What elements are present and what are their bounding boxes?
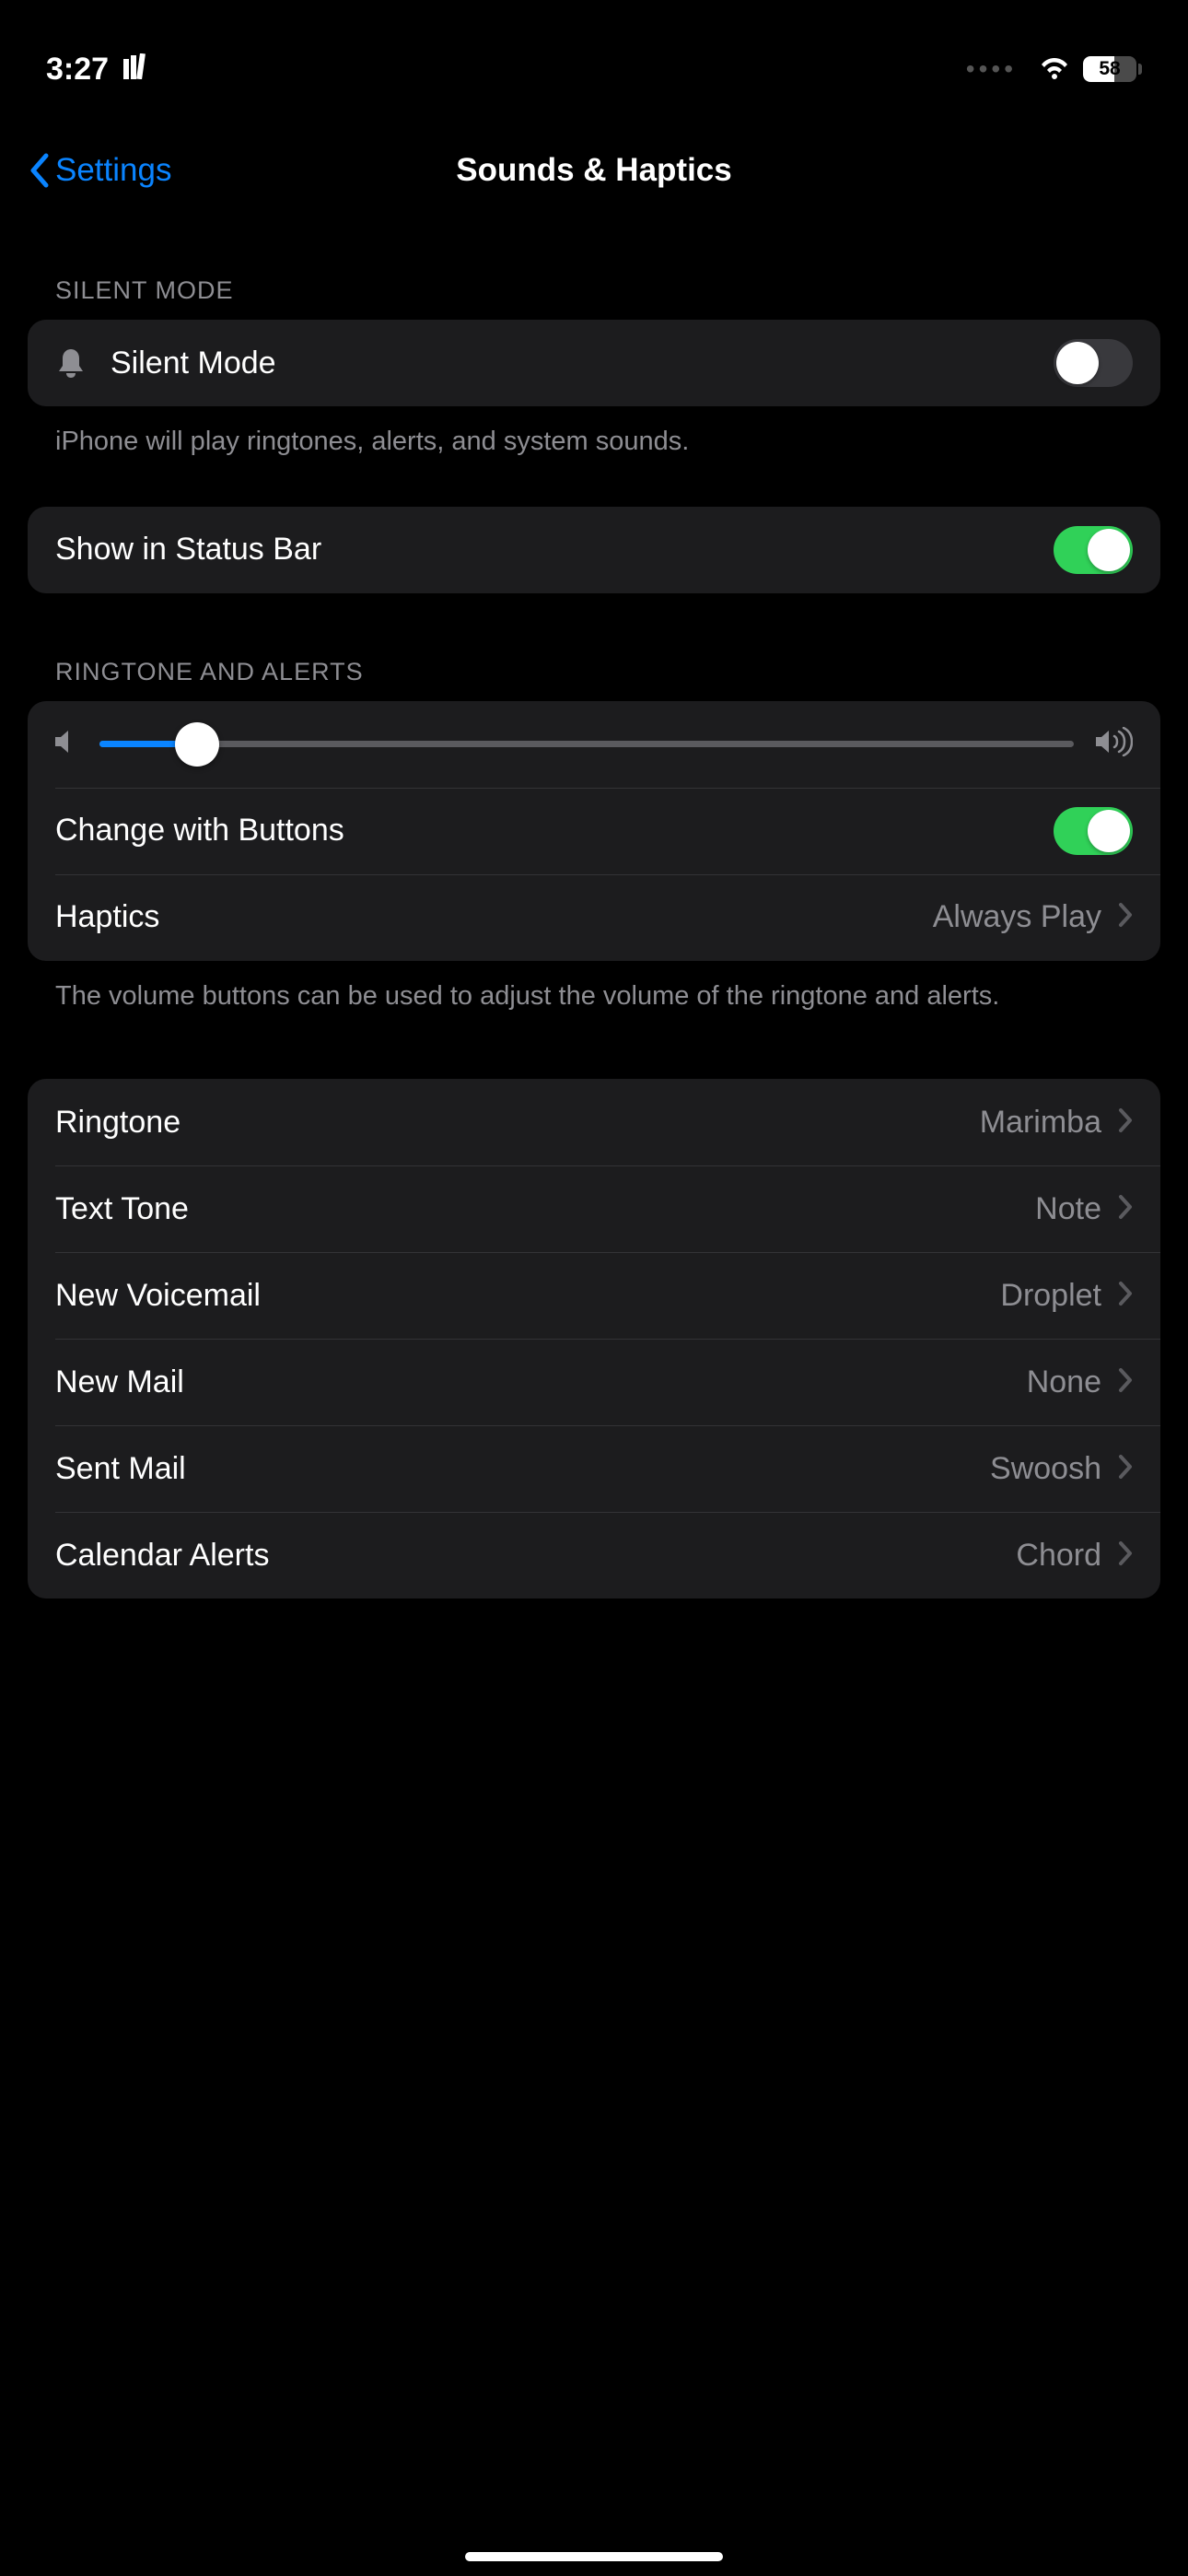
show-in-status-bar-label: Show in Status Bar [55, 532, 1054, 568]
sound-value: Chord [1016, 1538, 1101, 1574]
speaker-low-icon [55, 729, 77, 759]
row-sound-new-voicemail[interactable]: New VoicemailDroplet [28, 1252, 1160, 1339]
sound-value: Marimba [980, 1105, 1101, 1141]
group-silent: Silent Mode [28, 320, 1160, 406]
home-indicator[interactable] [465, 2552, 723, 2561]
haptics-value: Always Play [933, 899, 1101, 935]
sound-value: Note [1035, 1191, 1101, 1227]
show-in-status-bar-toggle[interactable] [1054, 526, 1133, 574]
chevron-right-icon [1118, 1107, 1133, 1138]
row-sound-text-tone[interactable]: Text ToneNote [28, 1165, 1160, 1252]
row-change-with-buttons[interactable]: Change with Buttons [28, 788, 1160, 874]
sound-value: Swoosh [990, 1451, 1101, 1487]
chevron-right-icon [1118, 1540, 1133, 1571]
silent-mode-toggle[interactable] [1054, 339, 1133, 387]
silent-mode-label: Silent Mode [111, 345, 1054, 381]
sound-label: Sent Mail [55, 1451, 990, 1487]
group-statusbar: Show in Status Bar [28, 507, 1160, 593]
chevron-right-icon [1118, 902, 1133, 932]
row-sound-sent-mail[interactable]: Sent MailSwoosh [28, 1425, 1160, 1512]
back-button[interactable]: Settings [28, 152, 171, 189]
sound-label: New Mail [55, 1364, 1027, 1400]
content: SILENT MODE Silent Mode iPhone will play… [0, 221, 1188, 1598]
bell-icon [55, 345, 111, 381]
group-ringtone-alerts: Change with Buttons Haptics Always Play [28, 701, 1160, 961]
group-sounds: RingtoneMarimbaText ToneNoteNew Voicemai… [28, 1079, 1160, 1598]
sound-label: Text Tone [55, 1191, 1035, 1227]
chevron-right-icon [1118, 1454, 1133, 1484]
status-bar: 3:27 •••• 58 [0, 0, 1188, 120]
row-haptics[interactable]: Haptics Always Play [28, 874, 1160, 961]
volume-slider-track[interactable] [99, 741, 1074, 747]
chevron-right-icon [1118, 1367, 1133, 1398]
sound-label: New Voicemail [55, 1278, 1000, 1314]
nav-bar: Settings Sounds & Haptics [0, 120, 1188, 221]
cellular-dots-icon: •••• [966, 54, 1017, 84]
back-label: Settings [55, 152, 171, 189]
change-with-buttons-label: Change with Buttons [55, 813, 1054, 849]
nav-title: Sounds & Haptics [0, 152, 1188, 189]
volume-slider-row[interactable] [28, 701, 1160, 788]
row-silent-mode[interactable]: Silent Mode [28, 320, 1160, 406]
section-footer-silent: iPhone will play ringtones, alerts, and … [28, 406, 1160, 461]
change-with-buttons-toggle[interactable] [1054, 807, 1133, 855]
section-header-silent: SILENT MODE [28, 276, 1160, 320]
sound-label: Ringtone [55, 1105, 980, 1141]
speaker-high-icon [1096, 727, 1133, 761]
row-sound-new-mail[interactable]: New MailNone [28, 1339, 1160, 1425]
section-header-ringtone: RINGTONE AND ALERTS [28, 658, 1160, 701]
sound-value: None [1027, 1364, 1101, 1400]
volume-slider-thumb[interactable] [175, 722, 219, 767]
row-show-in-status-bar[interactable]: Show in Status Bar [28, 507, 1160, 593]
row-sound-ringtone[interactable]: RingtoneMarimba [28, 1079, 1160, 1165]
sound-label: Calendar Alerts [55, 1538, 1016, 1574]
chevron-right-icon [1118, 1281, 1133, 1311]
battery-indicator: 58 [1083, 56, 1142, 82]
row-sound-calendar-alerts[interactable]: Calendar AlertsChord [28, 1512, 1160, 1598]
wifi-icon [1039, 55, 1070, 84]
library-icon [123, 52, 151, 88]
status-right: •••• 58 [966, 54, 1142, 84]
status-left: 3:27 [46, 52, 151, 88]
battery-level: 58 [1083, 56, 1136, 82]
sound-value: Droplet [1000, 1278, 1101, 1314]
chevron-right-icon [1118, 1194, 1133, 1224]
section-footer-ringtone: The volume buttons can be used to adjust… [28, 961, 1160, 1015]
haptics-label: Haptics [55, 899, 933, 935]
status-time: 3:27 [46, 52, 109, 88]
